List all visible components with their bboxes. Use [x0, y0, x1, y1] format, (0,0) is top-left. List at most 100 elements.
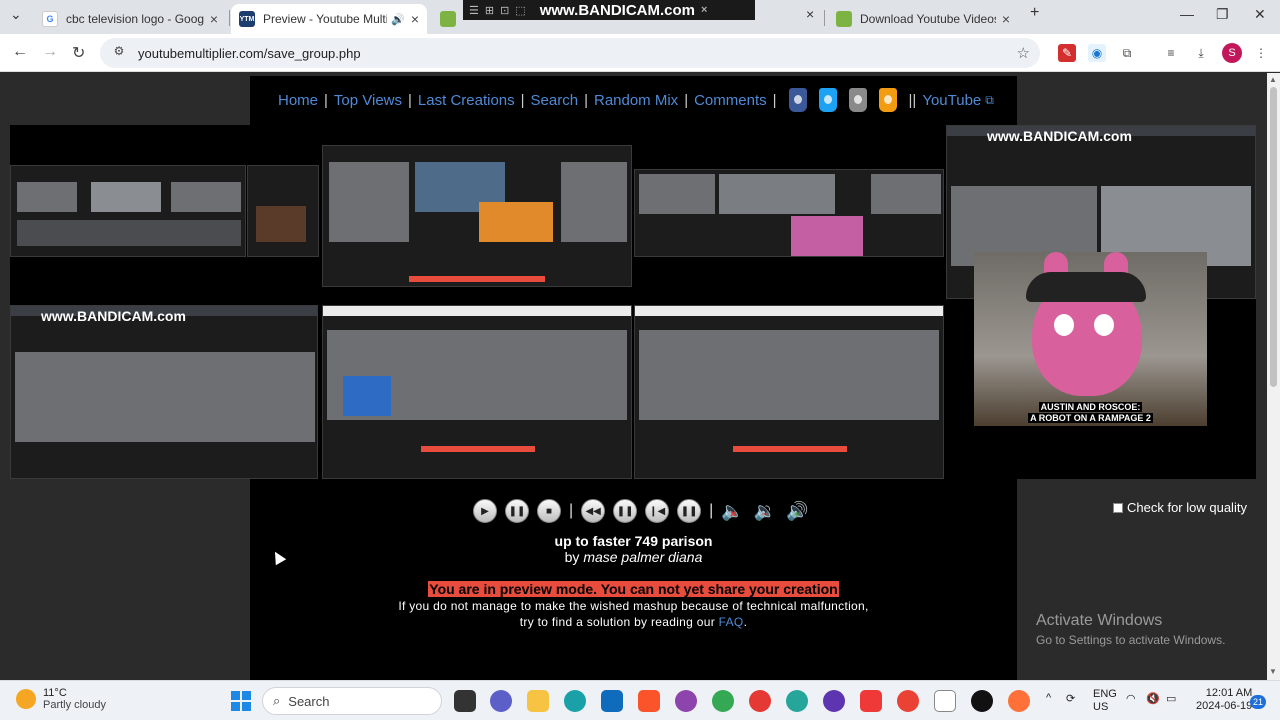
- media-control-icon[interactable]: ≡: [1162, 44, 1180, 62]
- mute-speaker-icon[interactable]: 🔈 ✕: [721, 501, 743, 522]
- site-info-icon[interactable]: ⚙: [110, 44, 128, 62]
- help-text-suffix: .: [743, 615, 748, 629]
- download-favicon-icon: [440, 11, 456, 27]
- close-icon[interactable]: ×: [701, 4, 707, 16]
- bandicam-icon[interactable]: [971, 690, 993, 712]
- forward-icon[interactable]: →: [42, 43, 58, 61]
- file-explorer-icon[interactable]: [527, 690, 549, 712]
- new-tab-icon[interactable]: +: [1030, 4, 1039, 22]
- reload-icon[interactable]: ↻: [72, 43, 85, 63]
- scrollbar-thumb[interactable]: [1270, 87, 1277, 387]
- notepad-icon[interactable]: [934, 690, 956, 712]
- maximize-icon[interactable]: ❐: [1216, 6, 1229, 23]
- firefox-icon[interactable]: [1008, 690, 1030, 712]
- scroll-up-icon[interactable]: ▲: [1269, 75, 1277, 84]
- close-icon[interactable]: ×: [210, 11, 218, 27]
- low-quality-checkbox[interactable]: Check for low quality: [1113, 500, 1247, 515]
- close-icon[interactable]: ×: [1002, 11, 1010, 27]
- checkbox-box[interactable]: [1113, 502, 1123, 513]
- chat-icon[interactable]: [490, 690, 512, 712]
- url-text[interactable]: youtubemultiplier.com/save_group.php: [138, 46, 361, 61]
- extensions-puzzle-icon[interactable]: ⧉: [1118, 44, 1136, 62]
- speaker-icon[interactable]: 🔊: [391, 13, 405, 26]
- back-icon[interactable]: ←: [12, 43, 28, 61]
- tab-search-icon[interactable]: ⌄: [10, 6, 22, 23]
- volume-plus-icon[interactable]: 🔊 +: [786, 501, 808, 522]
- google-icon: G: [42, 11, 58, 27]
- language-indicator[interactable]: ENG US: [1093, 688, 1117, 714]
- pause-previous-button[interactable]: ❚❚: [677, 499, 702, 523]
- battery-icon[interactable]: ▭: [1166, 692, 1176, 705]
- rss-icon[interactable]: [878, 88, 897, 112]
- store-icon[interactable]: [601, 690, 623, 712]
- tab-title: Preview - Youtube Multiplie: [263, 12, 387, 26]
- close-icon[interactable]: ×: [806, 6, 814, 22]
- edge-icon[interactable]: [564, 690, 586, 712]
- nav-comments[interactable]: Comments: [694, 92, 767, 109]
- sync-icon[interactable]: ⟳: [1066, 692, 1075, 705]
- opera-icon[interactable]: [675, 690, 697, 712]
- external-link-icon: ⧉: [985, 92, 994, 107]
- bandicam-watermark: www.BANDICAM.com: [987, 128, 1132, 144]
- twitter-icon[interactable]: [818, 88, 837, 112]
- taskbar-search[interactable]: ⌕ Search: [262, 687, 442, 715]
- chrome-beta-icon[interactable]: [786, 690, 808, 712]
- faq-link[interactable]: FAQ: [719, 615, 744, 629]
- previous-button[interactable]: ❙◀: [645, 499, 670, 523]
- download-icon[interactable]: ⤓: [1192, 44, 1210, 62]
- menu-kebab-icon[interactable]: ⋮: [1252, 44, 1270, 62]
- nav-separator: |: [584, 91, 588, 109]
- nav-search[interactable]: Search: [531, 92, 579, 109]
- weather-widget[interactable]: 11°C Partly cloudy: [16, 687, 106, 711]
- volume-minus-icon[interactable]: 🔉 −: [754, 501, 776, 522]
- video-tile[interactable]: [10, 165, 246, 257]
- tab-download-youtube-videos[interactable]: Download Youtube Videos for F ×: [828, 4, 1018, 34]
- volume-muted-icon[interactable]: 🔇: [1146, 692, 1160, 705]
- window-close-icon[interactable]: ✕: [1254, 6, 1266, 23]
- chrome-profile-icon[interactable]: [897, 690, 919, 712]
- nav-youtube[interactable]: YouTube: [922, 92, 981, 109]
- system-clock[interactable]: 12:01 AM 2024-06-19: [1196, 687, 1252, 713]
- stop-button[interactable]: ■: [537, 499, 561, 523]
- ytm-favicon-icon: YTM: [239, 11, 255, 27]
- minimize-icon[interactable]: —: [1180, 6, 1194, 22]
- nav-last-creations[interactable]: Last Creations: [418, 92, 515, 109]
- play-button[interactable]: ▶: [473, 499, 497, 523]
- nav-top-views[interactable]: Top Views: [334, 92, 402, 109]
- video-tile[interactable]: [322, 305, 632, 479]
- video-tile[interactable]: [322, 145, 632, 287]
- page-scrollbar[interactable]: ▲ ▼: [1267, 73, 1280, 680]
- task-view-icon[interactable]: [454, 690, 476, 712]
- chrome-icon[interactable]: [712, 690, 734, 712]
- nav-separator: |: [324, 91, 328, 109]
- address-bar[interactable]: ⚙ youtubemultiplier.com/save_group.php ☆: [100, 38, 1040, 68]
- video-tile-cartoon[interactable]: AUSTIN AND ROSCOE: A ROBOT ON A RAMPAGE …: [974, 252, 1207, 426]
- tab-google[interactable]: G cbc television logo - Google Se ×: [34, 4, 226, 34]
- video-tile[interactable]: [634, 305, 944, 479]
- close-icon[interactable]: ×: [411, 11, 419, 27]
- video-tile[interactable]: [247, 165, 319, 257]
- chrome-dev-icon[interactable]: [823, 690, 845, 712]
- nav-random-mix[interactable]: Random Mix: [594, 92, 678, 109]
- chevron-up-icon[interactable]: ^: [1046, 692, 1051, 704]
- google-icon[interactable]: [848, 88, 867, 112]
- windows-start-icon[interactable]: [231, 691, 251, 711]
- video-tile[interactable]: www.BANDICAM.com: [10, 305, 318, 479]
- chrome-canary-icon[interactable]: [749, 690, 771, 712]
- profile-avatar[interactable]: S: [1222, 43, 1242, 63]
- video-tile[interactable]: [634, 169, 944, 257]
- bookmark-star-icon[interactable]: ☆: [1017, 44, 1030, 62]
- pause-all-button[interactable]: ❚❚: [613, 499, 638, 523]
- vivaldi-icon[interactable]: [860, 690, 882, 712]
- notification-badge[interactable]: 21: [1250, 695, 1266, 709]
- nav-home[interactable]: Home: [278, 92, 318, 109]
- pause-button[interactable]: ❚❚: [505, 499, 529, 523]
- brave-icon[interactable]: [638, 690, 660, 712]
- rewind-button[interactable]: ◀◀: [581, 499, 606, 523]
- wifi-icon[interactable]: ◠: [1126, 692, 1136, 705]
- extension-blue-icon[interactable]: ◉: [1088, 44, 1106, 62]
- facebook-icon[interactable]: [788, 88, 807, 112]
- extension-red-icon[interactable]: ✎: [1058, 44, 1076, 62]
- scroll-down-icon[interactable]: ▼: [1269, 667, 1277, 676]
- tab-preview-youtube-multiplier[interactable]: YTM Preview - Youtube Multiplie 🔊 ×: [231, 4, 427, 34]
